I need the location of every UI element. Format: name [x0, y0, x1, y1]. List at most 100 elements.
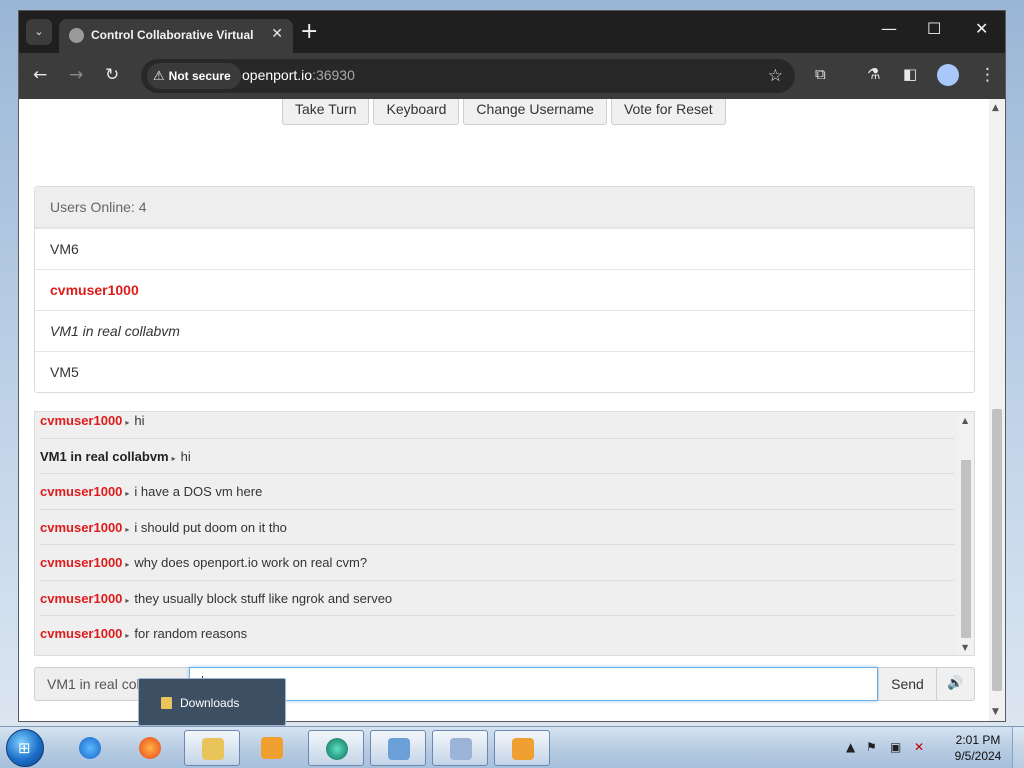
user-item[interactable]: VM5: [35, 351, 974, 392]
chat-username: cvmuser1000: [40, 626, 123, 641]
clock[interactable]: 2:01 PM 9/5/2024: [946, 732, 1010, 764]
downloads-label[interactable]: Downloads: [180, 696, 239, 710]
tab-close-icon[interactable]: ✕: [271, 26, 283, 42]
chat-text: why does openport.io work on real cvm?: [134, 555, 368, 570]
chat-text: they usually block stuff like ngrok and …: [134, 590, 393, 606]
page-scroll-thumb[interactable]: [992, 409, 1002, 691]
chat-message: cvmuser1000 ▸ why does openport.io work on…: [40, 545, 954, 581]
url-port: :36930: [312, 67, 355, 83]
globe-icon: [69, 28, 84, 43]
vote-reset-button[interactable]: Vote for Reset: [610, 99, 726, 125]
tab-search-button[interactable]: ⌄: [26, 19, 52, 45]
taskbar: ⊞ ▲ ⚑ ▣ ✕ 2:01 PM 9/5/2024: [0, 726, 1024, 768]
chat-username: cvmuser1000: [40, 590, 123, 606]
minimize-button[interactable]: —: [881, 19, 897, 38]
extensions-icon[interactable]: ⧉: [815, 65, 826, 83]
maximize-button[interactable]: ☐: [927, 19, 941, 38]
security-label: Not secure: [168, 69, 231, 83]
chat-text: for random reasons: [134, 626, 248, 641]
menu-dots-icon[interactable]: ⋮: [979, 65, 996, 85]
tray-expand-icon[interactable]: ▲: [846, 740, 855, 754]
user-item-self[interactable]: cvmuser1000: [35, 269, 974, 310]
page-content: Take Turn Keyboard Change Username Vote …: [19, 99, 991, 721]
chat-username: cvmuser1000: [40, 555, 123, 570]
back-button[interactable]: ←: [33, 65, 47, 85]
show-desktop-button[interactable]: [1012, 727, 1024, 768]
chat-scrollbar[interactable]: ▲ ▼: [958, 412, 974, 655]
media-player-icon[interactable]: [244, 730, 300, 766]
arrow-icon: ▸: [125, 560, 130, 569]
chat-log[interactable]: cvmuser1000 ▸ hi VM1 in real collabvm ▸ hi c…: [34, 411, 975, 656]
folder-icon: [161, 697, 172, 709]
chat-text: hi: [180, 448, 191, 464]
change-username-button[interactable]: Change Username: [463, 99, 607, 125]
chat-message: cvmuser1000 ▸ hi: [40, 412, 954, 439]
forward-button[interactable]: →: [69, 65, 83, 85]
url-host: openport.io: [242, 67, 313, 83]
chat-username: cvmuser1000: [40, 413, 123, 428]
browser-tab[interactable]: Control Collaborative Virtual M ✕: [59, 19, 293, 53]
app-green-icon[interactable]: [308, 730, 364, 766]
taskbar-thumbnail-popup[interactable]: Downloads: [138, 678, 286, 726]
chat-message: cvmuser1000 ▸ i should put doom on it tho: [40, 510, 954, 545]
arrow-icon: ▸: [125, 631, 130, 640]
arrow-icon: ▸: [171, 453, 176, 463]
internet-explorer-icon[interactable]: [62, 730, 118, 766]
speaker-icon[interactable]: 🔊: [936, 667, 975, 701]
chat-username: cvmuser1000: [40, 484, 123, 499]
chat-message: cvmuser1000 ▸ they usually block stuff lik…: [40, 581, 954, 616]
users-online-header: Users Online: 4: [35, 187, 974, 228]
chat-username: cvmuser1000: [40, 519, 123, 535]
side-panel-icon[interactable]: ◧: [903, 65, 917, 83]
chat-text: i should put doom on it tho: [134, 519, 287, 535]
user-item[interactable]: VM6: [35, 228, 974, 269]
warning-icon: ⚠: [153, 69, 165, 84]
arrow-icon: ▸: [125, 595, 130, 605]
labs-flask-icon[interactable]: ⚗: [867, 65, 880, 83]
volume-muted-icon[interactable]: ✕: [914, 740, 924, 754]
send-button[interactable]: Send: [878, 667, 937, 701]
address-bar[interactable]: ⚠ Not secure openport.io:36930 ☆: [141, 59, 795, 93]
scroll-down-icon[interactable]: ▼: [992, 707, 999, 717]
chat-message: cvmuser1000 ▸ i have a DOS vm here: [40, 474, 954, 510]
chat-text: i have a DOS vm here: [134, 484, 263, 499]
clock-date: 9/5/2024: [954, 749, 1002, 763]
start-button[interactable]: ⊞: [6, 729, 44, 767]
chat-message: cvmuser1000 ▸ for random reasons: [40, 616, 954, 652]
tab-title: Control Collaborative Virtual M: [91, 28, 256, 42]
user-item[interactable]: VM1 in real collabvm: [35, 310, 974, 351]
chat-message: VM1 in real collabvm ▸ hi: [40, 439, 954, 474]
control-panel-icon[interactable]: [370, 730, 426, 766]
profile-avatar-icon[interactable]: [937, 64, 959, 86]
take-turn-button[interactable]: Take Turn: [282, 99, 370, 125]
flag-icon[interactable]: ⚑: [866, 740, 877, 754]
chat-input[interactable]: [189, 667, 878, 701]
keyboard-button[interactable]: Keyboard: [373, 99, 460, 125]
new-tab-button[interactable]: +: [300, 19, 318, 45]
chat-scroll-thumb[interactable]: [961, 460, 971, 638]
utility-app-icon[interactable]: [432, 730, 488, 766]
page-scrollbar[interactable]: ▲ ▼: [989, 99, 1005, 721]
browser-window: ⌄ Control Collaborative Virtual M ✕ + — …: [18, 10, 1006, 722]
bookmark-star-icon[interactable]: ☆: [768, 66, 783, 86]
firefox-icon[interactable]: [122, 730, 178, 766]
arrow-icon: ▸: [125, 489, 130, 498]
visual-studio-icon[interactable]: [494, 730, 550, 766]
scroll-down-icon[interactable]: ▼: [962, 643, 968, 652]
scroll-up-icon[interactable]: ▲: [962, 416, 968, 425]
file-explorer-icon[interactable]: [184, 730, 240, 766]
arrow-icon: ▸: [125, 524, 130, 534]
windows-logo-icon: ⊞: [18, 739, 31, 757]
users-online-panel: Users Online: 4 VM6 cvmuser1000 VM1 in r…: [34, 186, 975, 393]
chat-text: hi: [134, 413, 145, 428]
scroll-up-icon[interactable]: ▲: [992, 103, 999, 113]
url-text[interactable]: openport.io:36930: [242, 67, 355, 83]
network-icon[interactable]: ▣: [890, 740, 901, 754]
browser-toolbar: ← → ↻ ⚠ Not secure openport.io:36930 ☆ ⧉ …: [19, 53, 1005, 99]
security-chip[interactable]: ⚠ Not secure: [147, 63, 241, 89]
title-bar: ⌄ Control Collaborative Virtual M ✕ + — …: [19, 11, 1005, 53]
arrow-icon: ▸: [125, 418, 130, 427]
close-button[interactable]: ✕: [975, 19, 988, 38]
reload-button[interactable]: ↻: [105, 65, 119, 85]
chat-username: VM1 in real collabvm: [40, 448, 169, 464]
